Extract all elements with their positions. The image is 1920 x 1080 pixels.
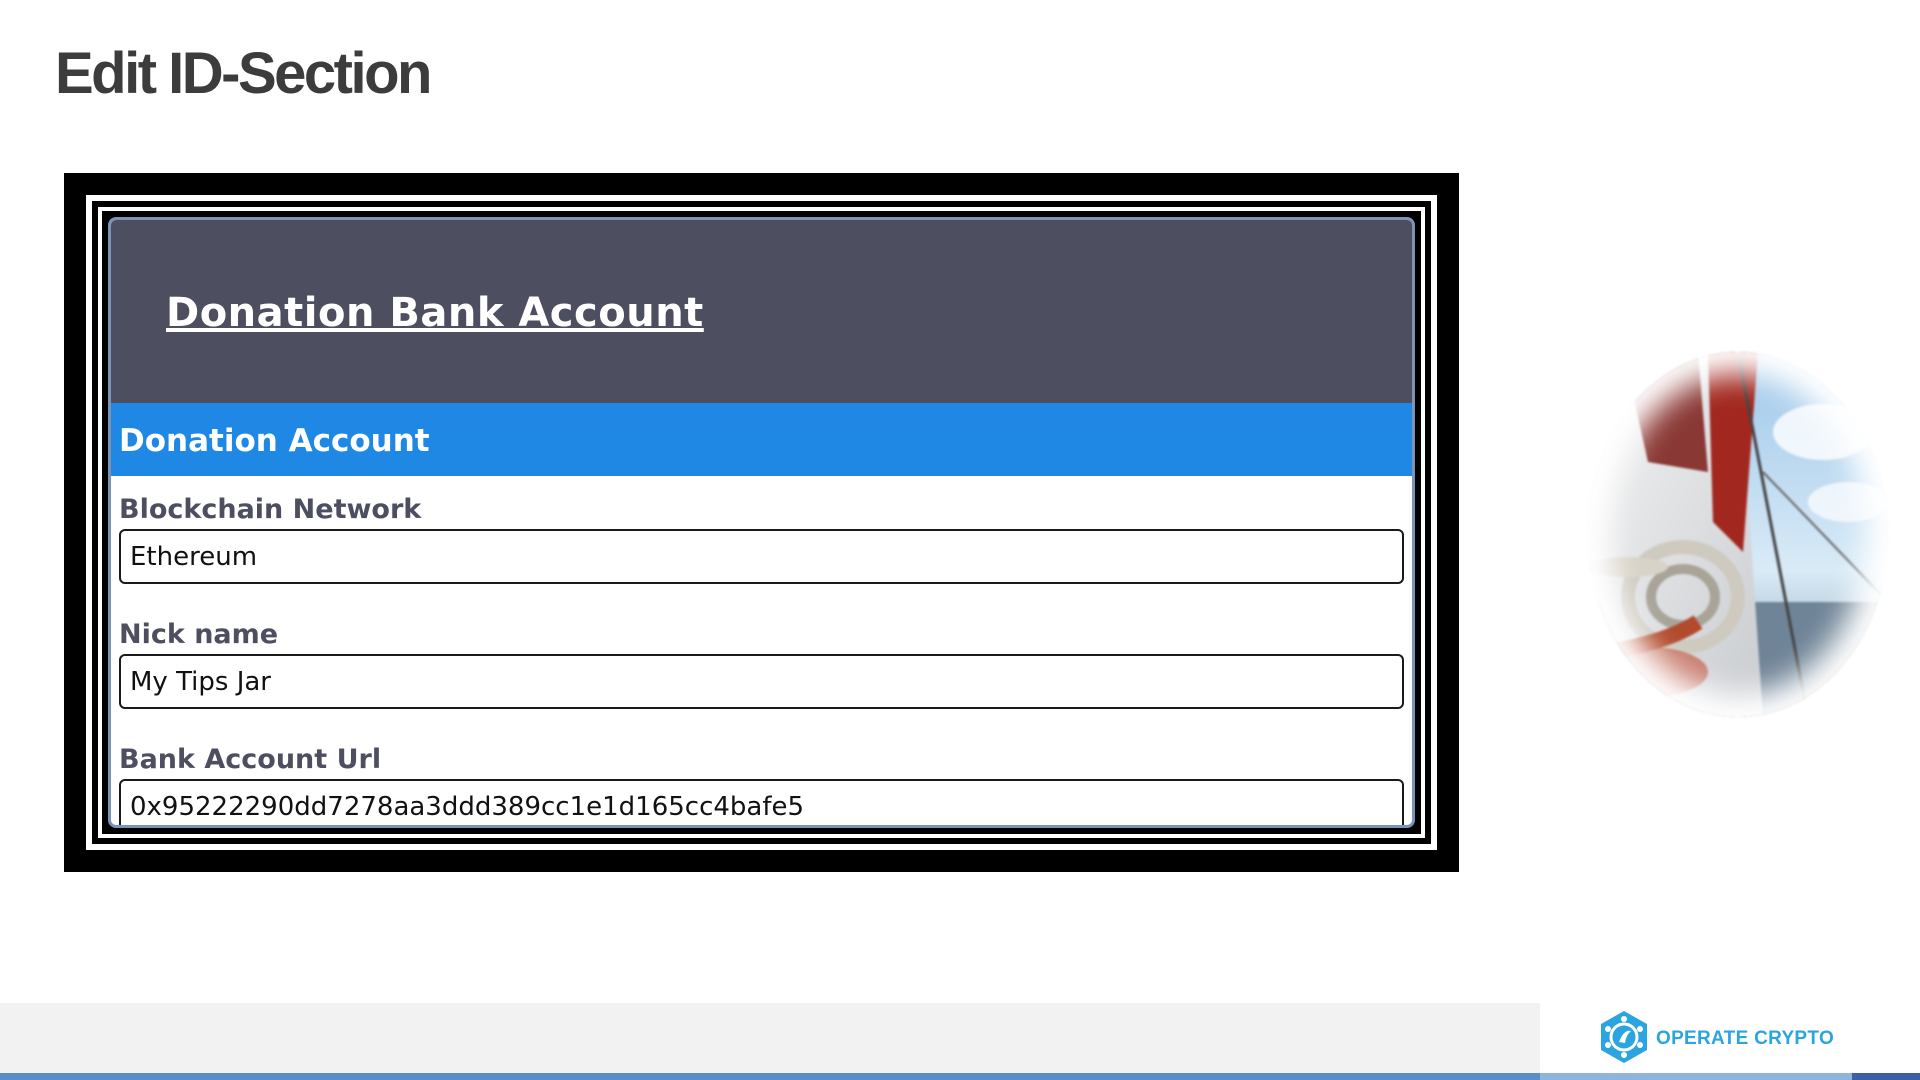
footer-strip-middle bbox=[1540, 1073, 1852, 1080]
form-fields: Blockchain Network Nick name Bank Accoun… bbox=[111, 476, 1412, 825]
footer-strip-left bbox=[0, 1073, 1540, 1080]
frame-border: Donation Bank Account Donation Account B… bbox=[86, 195, 1437, 850]
bank-account-url-label: Bank Account Url bbox=[119, 744, 382, 775]
footer-strip-right bbox=[1852, 1073, 1920, 1080]
nick-name-input[interactable] bbox=[119, 654, 1404, 709]
blockchain-network-label: Blockchain Network bbox=[119, 494, 422, 525]
hexagon-logo-icon bbox=[1598, 1009, 1650, 1070]
blockchain-network-input[interactable] bbox=[119, 529, 1404, 584]
form-header: Donation Bank Account bbox=[111, 220, 1412, 403]
screenshot-frame: Donation Bank Account Donation Account B… bbox=[64, 173, 1459, 872]
nick-name-label: Nick name bbox=[119, 619, 279, 650]
slide-footer: OPERATE CRYPTO bbox=[0, 1003, 1920, 1080]
sailboat-rope-photo bbox=[1588, 352, 1888, 717]
frame-inner-border: Donation Bank Account Donation Account B… bbox=[98, 207, 1425, 838]
brand-name: OPERATE CRYPTO bbox=[1656, 1028, 1835, 1049]
slide-title: Edit ID-Section bbox=[55, 41, 432, 106]
footer-bar bbox=[0, 1003, 1540, 1073]
brand-logo: OPERATE CRYPTO bbox=[1598, 1009, 1835, 1070]
section-bar: Donation Account bbox=[111, 403, 1412, 476]
form-title: Donation Bank Account bbox=[166, 290, 704, 336]
bank-account-url-input[interactable] bbox=[119, 779, 1404, 825]
section-title: Donation Account bbox=[119, 423, 430, 459]
donation-form-panel: Donation Bank Account Donation Account B… bbox=[108, 217, 1415, 828]
